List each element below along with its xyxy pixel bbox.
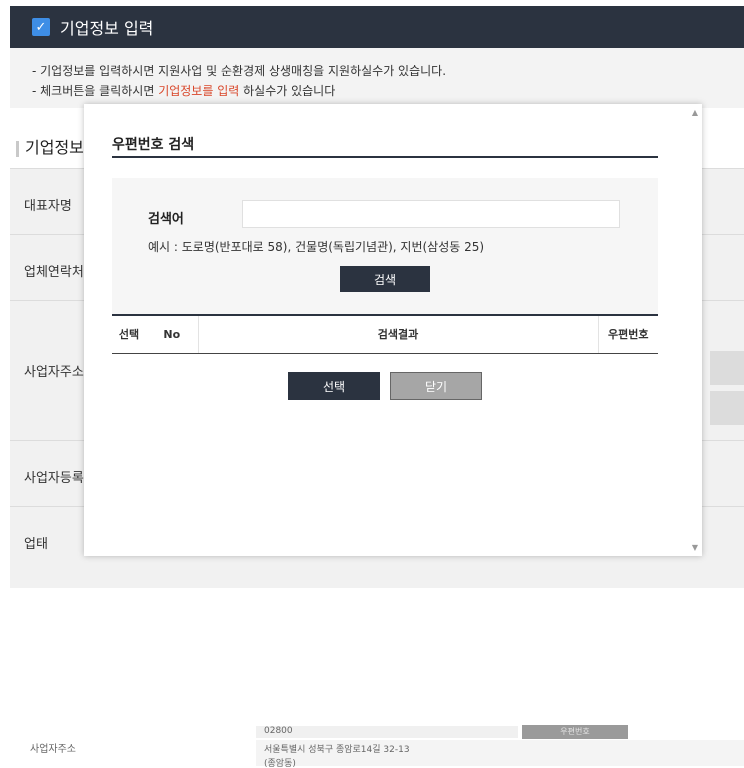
result-table-header: 선택 No 검색결과 우편번호: [112, 314, 658, 354]
checkbox-checked-icon[interactable]: ✓: [32, 18, 50, 36]
form-label-reg-no: 사업자등록: [24, 471, 84, 486]
scroll-down-icon[interactable]: ▼: [692, 543, 698, 552]
col-zip: 우편번호: [598, 314, 658, 354]
close-button[interactable]: 닫기: [390, 372, 482, 400]
fragment-zip-value: 02800: [264, 726, 293, 736]
search-input[interactable]: [242, 200, 620, 228]
notice-line-2-suffix: 하실수가 있습니다: [239, 84, 336, 98]
fragment-address-label: 사업자주소: [30, 744, 76, 755]
fragment-address-line-1: 서울특별시 성북구 종암로14길 32-13: [264, 745, 410, 755]
form-label-contact: 업체연락처: [24, 265, 84, 280]
section-title: 기업정보: [16, 134, 84, 158]
col-result: 검색결과: [198, 314, 599, 354]
fragment-zip-button[interactable]: 우편번호: [522, 725, 628, 739]
modal-title: 우편번호 검색: [112, 137, 195, 153]
modal-title-divider: [112, 156, 658, 158]
page-header: ✓ 기업정보 입력: [10, 6, 744, 48]
search-button[interactable]: 검색: [340, 266, 430, 292]
form-label-address: 사업자주소: [24, 365, 84, 380]
zipcode-modal: ▲ 우편번호 검색 검색어 예시 : 도로명(반포대로 58), 건물명(독립기…: [84, 104, 702, 556]
fragment-zip-field[interactable]: [256, 726, 518, 738]
form-label-business-type: 업태: [24, 537, 48, 552]
result-table: 선택 No 검색결과 우편번호: [112, 314, 658, 354]
address-field-stub-2[interactable]: [710, 391, 744, 425]
search-panel: 검색어 예시 : 도로명(반포대로 58), 건물명(독립기념관), 지번(삼성…: [112, 178, 658, 314]
col-select: 선택: [112, 314, 146, 354]
search-example: 예시 : 도로명(반포대로 58), 건물명(독립기념관), 지번(삼성동 25…: [148, 240, 485, 254]
fragment-address-line-2: (종암동): [264, 759, 296, 768]
notice-box: - 기업정보를 입력하시면 지원사업 및 순환경제 상생매칭을 지원하실수가 있…: [10, 48, 744, 108]
notice-highlight: 기업정보를 입력: [158, 84, 240, 98]
select-button[interactable]: 선택: [288, 372, 380, 400]
section-bar-icon: [16, 140, 19, 157]
page-title: 기업정보 입력: [60, 19, 154, 38]
notice-line-2: - 체크버튼을 클릭하시면 기업정보를 입력 하실수가 있습니다: [32, 82, 335, 99]
section-title-text: 기업정보: [25, 138, 84, 157]
search-label: 검색어: [148, 212, 184, 227]
notice-line-2-prefix: - 체크버튼을 클릭하시면: [32, 84, 159, 98]
address-field-stub[interactable]: [710, 351, 744, 385]
notice-line-1: - 기업정보를 입력하시면 지원사업 및 순환경제 상생매칭을 지원하실수가 있…: [32, 64, 447, 78]
scroll-up-icon[interactable]: ▲: [692, 108, 698, 117]
col-no: No: [146, 314, 199, 354]
form-label-rep-name: 대표자명: [24, 199, 72, 214]
